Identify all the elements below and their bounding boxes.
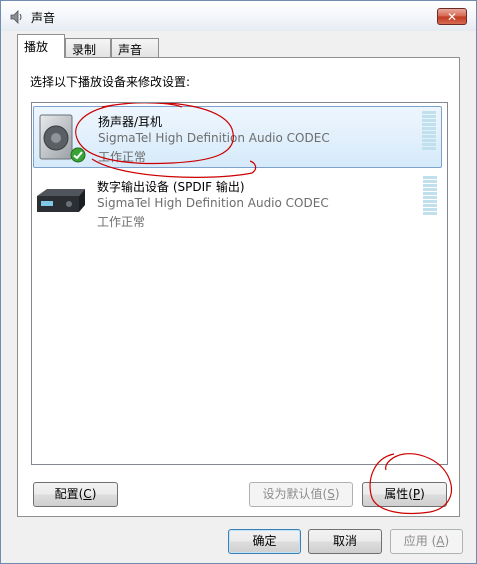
digital-output-icon xyxy=(37,189,85,212)
tab-playback[interactable]: 播放 xyxy=(17,34,65,58)
volume-level-meter xyxy=(423,176,437,218)
cancel-button[interactable]: 取消 xyxy=(308,529,382,554)
configure-button[interactable]: 配置(C) xyxy=(33,482,118,507)
tab-label: 录制 xyxy=(72,43,97,57)
speaker-icon xyxy=(10,10,22,24)
title-bar[interactable]: 声音 ✕ xyxy=(1,1,476,31)
ok-button[interactable]: 确定 xyxy=(228,529,301,554)
device-item-spdif[interactable]: 数字输出设备 (SPDIF 输出) SigmaTel High Definiti… xyxy=(33,172,442,234)
window-title: 声音 xyxy=(31,11,56,25)
device-item-speakers[interactable]: 扬声器/耳机 SigmaTel High Definition Audio CO… xyxy=(33,106,442,168)
tab-label: 声音 xyxy=(118,43,143,57)
device-driver: SigmaTel High Definition Audio CODEC xyxy=(97,196,329,210)
device-driver: SigmaTel High Definition Audio CODEC xyxy=(98,131,330,145)
apply-button[interactable]: 应用 (A) xyxy=(390,529,463,554)
sound-dialog: 声音 ✕ 播放 录制 声音 选择以下播放设备来修改设置: 扬声器/耳机 Sigm… xyxy=(0,0,477,564)
volume-level-meter xyxy=(422,111,436,153)
instruction-text: 选择以下播放设备来修改设置: xyxy=(30,75,191,89)
close-button[interactable]: ✕ xyxy=(437,8,467,25)
device-status: 工作正常 xyxy=(97,215,146,229)
device-list[interactable]: 扬声器/耳机 SigmaTel High Definition Audio CO… xyxy=(31,102,448,465)
tab-recording[interactable]: 录制 xyxy=(65,38,111,57)
properties-button[interactable]: 属性(P) xyxy=(362,482,447,507)
device-name: 数字输出设备 (SPDIF 输出) xyxy=(97,180,245,194)
device-status: 工作正常 xyxy=(98,150,147,164)
set-default-button[interactable]: 设为默认值(S) xyxy=(249,482,353,507)
tab-sounds[interactable]: 声音 xyxy=(111,38,159,57)
tab-label: 播放 xyxy=(24,40,49,54)
default-check-icon xyxy=(70,147,86,163)
device-name: 扬声器/耳机 xyxy=(98,115,163,129)
playback-panel: 选择以下播放设备来修改设置: 扬声器/耳机 SigmaTel High Defi… xyxy=(17,57,460,517)
